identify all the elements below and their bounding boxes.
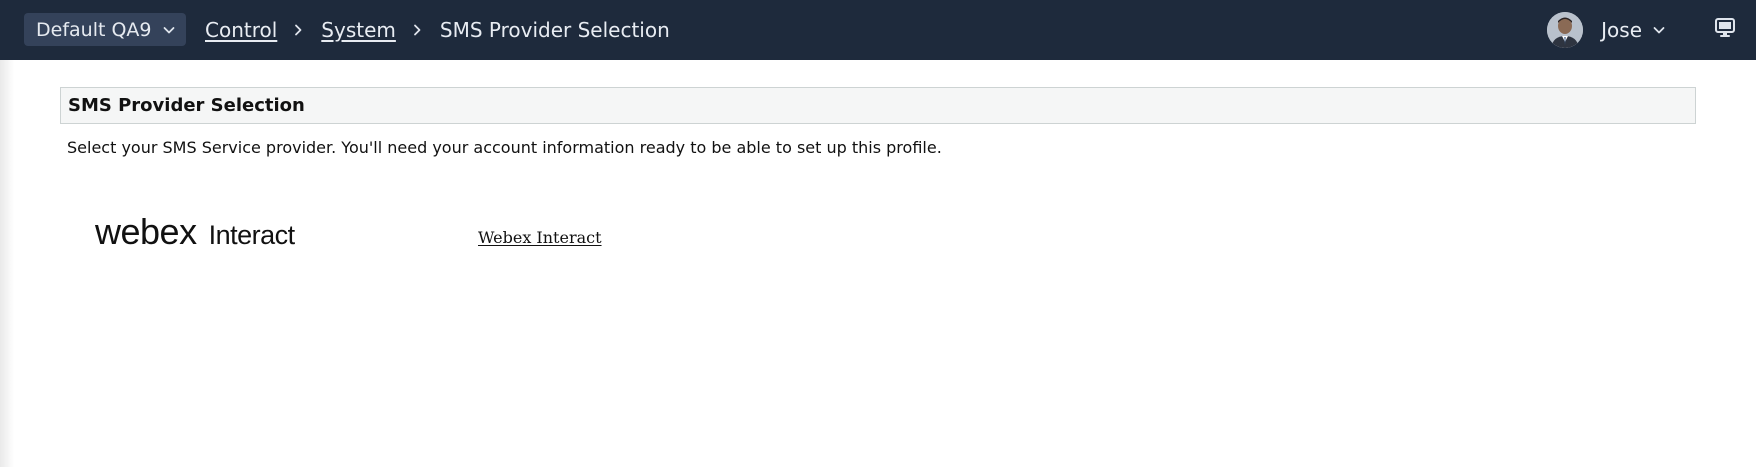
chevron-down-icon xyxy=(1652,23,1666,37)
avatar xyxy=(1547,12,1584,48)
user-menu[interactable]: Jose xyxy=(1547,12,1666,48)
breadcrumb: Control System SMS Provider Selection xyxy=(205,13,670,46)
tenant-selector[interactable]: Default QA9 xyxy=(24,13,186,46)
chevron-down-icon xyxy=(162,23,176,37)
tenant-label: Default QA9 xyxy=(36,18,152,41)
top-navigation-bar: Default QA9 Control System SMS Provider … xyxy=(0,0,1756,60)
section-header: SMS Provider Selection xyxy=(60,87,1696,124)
webex-interact-logo: webex Interact xyxy=(95,212,295,252)
provider-link-webex-interact[interactable]: Webex Interact xyxy=(478,228,602,247)
monitor-icon[interactable] xyxy=(1714,17,1736,39)
breadcrumb-link-control[interactable]: Control xyxy=(205,18,277,42)
user-name: Jose xyxy=(1601,18,1642,42)
sidebar-edge xyxy=(0,60,14,467)
breadcrumb-link-system[interactable]: System xyxy=(321,18,396,42)
chevron-right-icon xyxy=(410,23,424,37)
section-title: SMS Provider Selection xyxy=(68,95,305,116)
logo-secondary-text: Interact xyxy=(208,220,296,250)
page-description: Select your SMS Service provider. You'll… xyxy=(67,138,942,157)
logo-primary-text: webex xyxy=(95,211,197,252)
breadcrumb-current: SMS Provider Selection xyxy=(439,17,670,42)
chevron-right-icon xyxy=(291,23,305,37)
